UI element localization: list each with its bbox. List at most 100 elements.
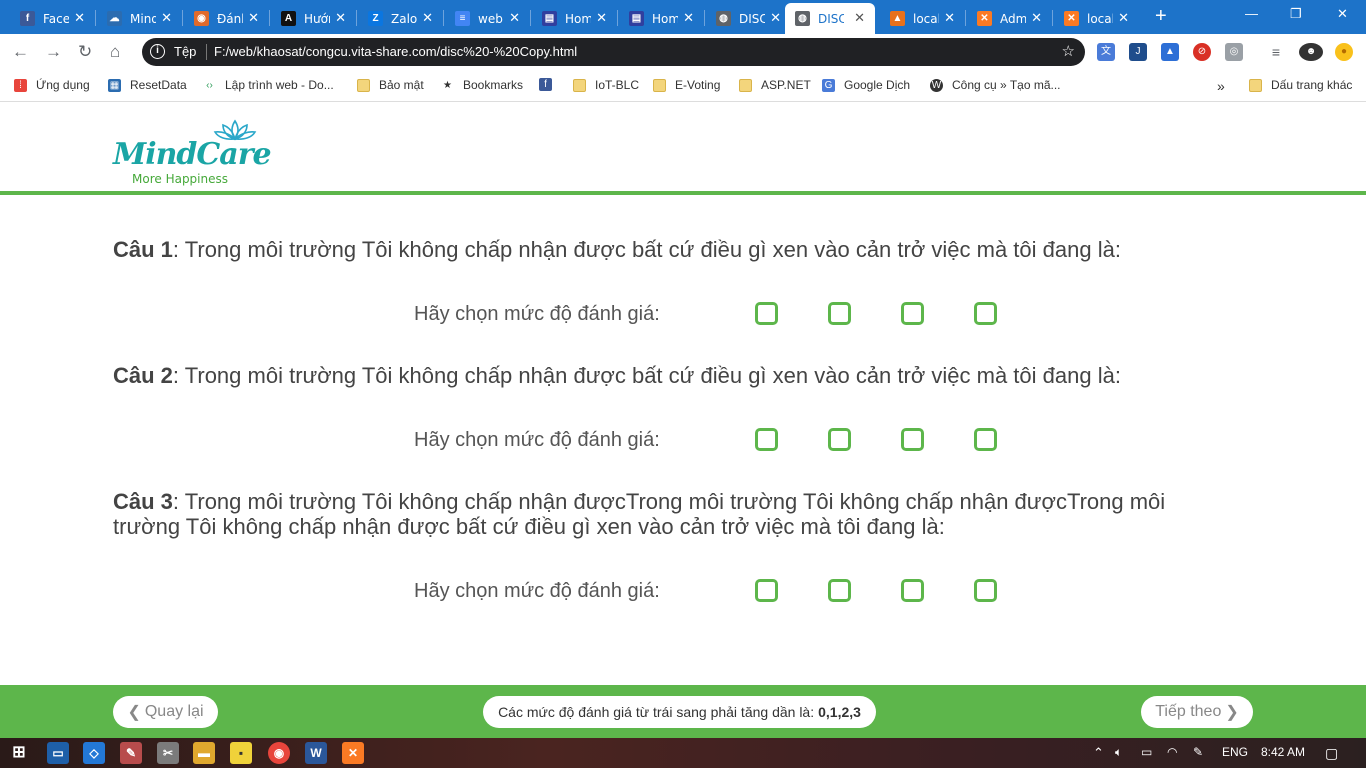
cloud-icon: ☁: [107, 11, 122, 26]
tab-close-icon[interactable]: ✕: [770, 10, 781, 26]
forward-arrow-icon[interactable]: →: [45, 42, 62, 62]
rating-checkbox-0[interactable]: [755, 428, 778, 451]
rating-checkbox-2[interactable]: [901, 302, 924, 325]
browser-tab[interactable]: ✕ local ✕: [1054, 3, 1139, 34]
tab-close-icon[interactable]: ✕: [335, 10, 346, 26]
wifi-icon[interactable]: ◠: [1167, 745, 1177, 759]
browser-tab[interactable]: f Facebook ✕: [10, 3, 95, 34]
bookmark-item[interactable]: f: [539, 78, 561, 91]
tab-close-icon[interactable]: ✕: [596, 10, 607, 26]
tab-close-icon[interactable]: ✕: [683, 10, 694, 26]
logo-wordmark: MindCare: [113, 137, 272, 172]
snipping-icon[interactable]: ✂: [157, 742, 179, 764]
bookmark-item[interactable]: ‹› Lập trình web - Do...: [203, 78, 334, 92]
bookmark-item[interactable]: ▦ ResetData: [108, 78, 187, 92]
browser-tab[interactable]: Z Zalo ✕: [358, 3, 443, 34]
star-icon[interactable]: ☆: [1062, 42, 1075, 60]
browser-tab[interactable]: ◉ Đánh ✕: [184, 3, 269, 34]
browser-tab[interactable]: ✕ Adm ✕: [967, 3, 1052, 34]
bookmark-item[interactable]: ⁞ Ứng dụng: [14, 78, 90, 92]
info-icon[interactable]: i: [150, 44, 165, 59]
bookmark-item[interactable]: G Google Dịch: [822, 78, 910, 92]
update-icon[interactable]: ●: [1335, 43, 1353, 61]
tab-close-icon[interactable]: ✕: [248, 10, 259, 26]
word-icon[interactable]: W: [305, 742, 327, 764]
task-view-icon[interactable]: ▭: [47, 742, 69, 764]
facebook-icon: f: [539, 78, 552, 91]
blocker-extension-icon[interactable]: ⊘: [1193, 43, 1211, 61]
language-indicator[interactable]: ENG: [1222, 745, 1248, 759]
rating-checkbox-3[interactable]: [974, 428, 997, 451]
new-tab-button[interactable]: +: [1155, 5, 1167, 28]
address-bar[interactable]: i Tệp F:/web/khaosat/congcu.vita-share.c…: [142, 38, 1085, 66]
bookmarks-overflow-button[interactable]: »: [1217, 78, 1225, 94]
mindcare-logo[interactable]: MindCare More Happiness: [113, 119, 272, 189]
file-explorer-icon[interactable]: ▬: [193, 742, 215, 764]
other-bookmarks[interactable]: Dấu trang khác: [1249, 78, 1352, 92]
browser-tab[interactable]: ▲ local ✕: [880, 3, 965, 34]
browser-tab[interactable]: A Hướng ✕: [271, 3, 356, 34]
browser-tab[interactable]: ≡ web ✕: [445, 3, 530, 34]
chrome-icon[interactable]: ◉: [268, 742, 290, 764]
next-button[interactable]: Tiếp theo ❯: [1141, 696, 1253, 728]
tab-close-icon[interactable]: ✕: [854, 10, 865, 26]
tab-label: DISC: [818, 11, 844, 26]
windows-start-icon[interactable]: ⊞: [8, 742, 30, 764]
bookmark-item[interactable]: IoT-BLC: [573, 78, 639, 92]
notification-icon[interactable]: ▢: [1325, 745, 1338, 762]
bookmark-item[interactable]: W Công cụ » Tạo mã...: [930, 78, 1061, 92]
back-arrow-icon[interactable]: ←: [12, 42, 29, 62]
paint-icon[interactable]: ✎: [120, 742, 142, 764]
tab-close-icon[interactable]: ✕: [74, 10, 85, 26]
home-icon[interactable]: ⌂: [110, 42, 120, 62]
restore-icon[interactable]: ❐: [1290, 6, 1302, 22]
tab-close-icon[interactable]: ✕: [161, 10, 172, 26]
rating-checkbox-1[interactable]: [828, 579, 851, 602]
rating-checkbox-2[interactable]: [901, 428, 924, 451]
bookmark-item[interactable]: ASP.NET: [739, 78, 811, 92]
xampp-icon[interactable]: ✕: [342, 742, 364, 764]
browser-tab[interactable]: ◍ DISC ✕: [706, 3, 791, 34]
reload-icon[interactable]: ↻: [78, 42, 92, 62]
minimize-icon[interactable]: —: [1245, 6, 1258, 21]
tab-close-icon[interactable]: ✕: [944, 10, 955, 26]
translate-extension-icon[interactable]: 文: [1097, 43, 1115, 61]
tab-close-icon[interactable]: ✕: [509, 10, 520, 26]
translate-icon: G: [822, 78, 835, 92]
bookmark-item[interactable]: E-Voting: [653, 78, 720, 92]
j-extension-icon[interactable]: J: [1129, 43, 1147, 61]
rating-checkbox-0[interactable]: [755, 302, 778, 325]
camera-icon[interactable]: ◎: [1225, 43, 1243, 61]
bookmark-label: IoT-BLC: [595, 78, 640, 92]
avatar[interactable]: ☻: [1299, 43, 1323, 61]
rating-checkbox-1[interactable]: [828, 428, 851, 451]
browser-tab[interactable]: ◍ DISC ✕: [785, 3, 875, 34]
rating-checkbox-1[interactable]: [828, 302, 851, 325]
bookmark-item[interactable]: ★ Bookmarks: [441, 78, 523, 92]
rating-checkbox-3[interactable]: [974, 302, 997, 325]
browser-tab[interactable]: ▤ Home ✕: [532, 3, 617, 34]
clock[interactable]: 8:42 AM: [1261, 745, 1305, 759]
tab-close-icon[interactable]: ✕: [422, 10, 433, 26]
media-icon[interactable]: ≡: [1267, 43, 1285, 61]
url-text[interactable]: F:/web/khaosat/congcu.vita-share.com/dis…: [214, 44, 577, 59]
tab-close-icon[interactable]: ✕: [1031, 10, 1042, 26]
graduation-cap-icon[interactable]: ▲: [1161, 43, 1179, 61]
volume-icon[interactable]: 🔈︎: [1115, 745, 1122, 760]
tab-close-icon[interactable]: ✕: [1118, 10, 1129, 26]
back-button[interactable]: ❮ Quay lại: [113, 696, 218, 728]
sticky-notes-icon[interactable]: ▪: [230, 742, 252, 764]
rating-checkbox-0[interactable]: [755, 579, 778, 602]
wordpress-icon: W: [930, 78, 943, 92]
chevron-up-icon[interactable]: ⌃: [1093, 745, 1104, 761]
vscode-icon[interactable]: ◇: [83, 742, 105, 764]
battery-icon[interactable]: ▭: [1141, 745, 1152, 759]
pen-icon[interactable]: ✎: [1193, 745, 1203, 759]
rating-checkbox-3[interactable]: [974, 579, 997, 602]
browser-tab[interactable]: ▤ Home ✕: [619, 3, 704, 34]
browser-tab[interactable]: ☁ Mind ✕: [97, 3, 182, 34]
bookmark-item[interactable]: Bảo mật: [357, 78, 424, 92]
close-window-icon[interactable]: ✕: [1337, 6, 1348, 22]
rating-label: Hãy chọn mức độ đánh giá:: [414, 580, 660, 602]
rating-checkbox-2[interactable]: [901, 579, 924, 602]
